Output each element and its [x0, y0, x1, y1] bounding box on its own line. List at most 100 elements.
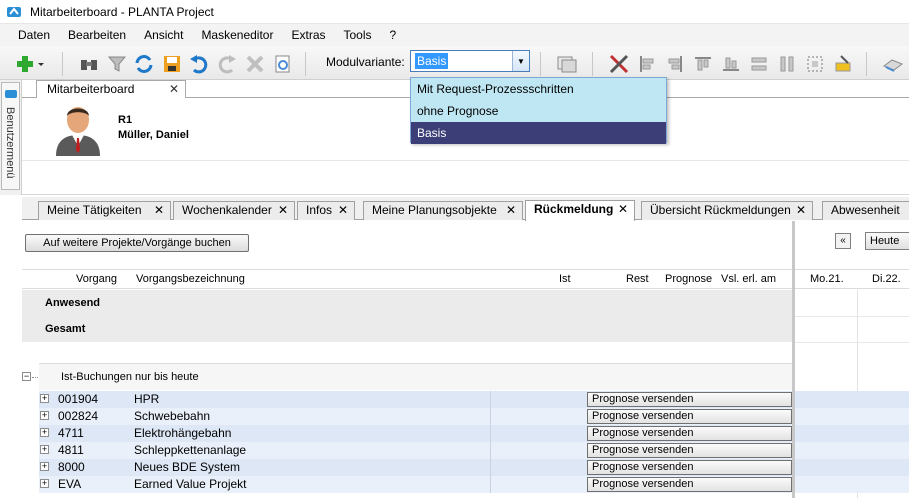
tab-wochenkalender[interactable]: Wochenkalender ✕ [173, 201, 295, 220]
align-top-icon [695, 57, 711, 71]
menu-bearbeiten[interactable]: Bearbeiten [59, 28, 135, 42]
align-right-button[interactable] [664, 53, 686, 75]
select-area-button[interactable] [804, 53, 826, 75]
modulvariante-value: Basis [415, 53, 449, 69]
tab-label: Abwesenheit [831, 203, 900, 217]
tab-meine-planungsobjekte[interactable]: Meine Planungsobjekte ✕ [363, 201, 523, 220]
cell-separator [490, 442, 491, 459]
table-row[interactable]: + 002824 Schwebebahn Prognose versenden [39, 408, 792, 425]
filter-button[interactable] [106, 53, 128, 75]
expand-toggle[interactable]: + [40, 445, 49, 454]
align-right-icon [668, 56, 682, 72]
edit-field-button[interactable] [832, 53, 854, 75]
benutzermenu-tab[interactable]: Benutzermenü [1, 82, 20, 190]
close-icon[interactable]: ✕ [506, 202, 516, 219]
cal-day-di22: Di.22. [872, 273, 901, 285]
menu-tools[interactable]: Tools [335, 28, 381, 42]
expand-toggle[interactable]: + [40, 411, 49, 420]
project-name: Elektrohängebahn [134, 426, 232, 440]
redo-icon [218, 55, 236, 74]
benutzermenu-sidebar: Benutzermenü [0, 80, 22, 195]
tab-abwesenheit[interactable]: Abwesenheit [822, 201, 909, 220]
close-icon[interactable]: ✕ [338, 202, 348, 219]
delete-button[interactable] [244, 53, 266, 75]
close-icon[interactable]: ✕ [169, 81, 179, 98]
same-height-button[interactable] [776, 53, 798, 75]
toolbar-separator [62, 52, 63, 76]
chevron-down-icon[interactable]: ▼ [512, 51, 529, 71]
cell-separator [490, 391, 491, 408]
menu-extras[interactable]: Extras [282, 28, 334, 42]
send-forecast-button[interactable]: Prognose versenden [587, 392, 792, 407]
close-icon[interactable]: ✕ [618, 201, 628, 218]
expand-toggle[interactable]: + [40, 479, 49, 488]
avatar [56, 107, 100, 156]
tab-meine-taetigkeiten[interactable]: Meine Tätigkeiten ✕ [38, 201, 171, 220]
undo-button[interactable] [188, 53, 210, 75]
add-button[interactable] [12, 53, 48, 75]
close-icon[interactable]: ✕ [278, 202, 288, 219]
refresh-button[interactable] [133, 53, 155, 75]
modulvariante-select[interactable]: Basis ▼ [410, 50, 530, 72]
module-window-icon [557, 56, 577, 73]
book-button[interactable] [882, 53, 904, 75]
tab-infos[interactable]: Infos ✕ [297, 201, 355, 220]
tab-mitarbeiterboard[interactable]: Mitarbeiterboard ✕ [36, 80, 186, 99]
expand-toggle[interactable]: + [40, 462, 49, 471]
col-vsl-erl-am: Vsl. erl. am [721, 273, 777, 285]
book-icon [882, 59, 904, 72]
tab-uebersicht-rueckmeldungen[interactable]: Übersicht Rückmeldungen ✕ [641, 201, 813, 220]
expand-toggle[interactable]: + [40, 428, 49, 437]
calendar-row-bg [795, 442, 909, 459]
planta-app-icon [7, 6, 21, 17]
same-width-button[interactable] [748, 53, 770, 75]
binoculars-button[interactable] [78, 53, 100, 75]
send-forecast-button[interactable]: Prognose versenden [587, 443, 792, 458]
book-more-projects-button[interactable]: Auf weitere Projekte/Vorgänge buchen [25, 234, 249, 252]
window-title: Mitarbeiterboard - PLANTA Project [30, 4, 214, 19]
toolbar: Modulvariante: Basis ▼ [0, 46, 909, 80]
save-button[interactable] [161, 53, 183, 75]
tools-button[interactable] [608, 53, 630, 75]
table-row[interactable]: + 4811 Schleppkettenanlage Prognose vers… [39, 442, 792, 459]
collapse-toggle[interactable]: − [22, 372, 31, 381]
project-number: 4711 [58, 426, 84, 440]
align-bottom-button[interactable] [720, 53, 742, 75]
align-top-button[interactable] [692, 53, 714, 75]
menu-daten[interactable]: Daten [0, 28, 59, 42]
group-ist-buchungen: Ist-Buchungen nur bis heute [39, 363, 792, 390]
print-preview-button[interactable] [272, 53, 294, 75]
col-rest: Rest [626, 273, 649, 285]
send-forecast-button[interactable]: Prognose versenden [587, 409, 792, 424]
filter-icon [107, 56, 127, 72]
module-button[interactable] [556, 53, 578, 75]
table-row[interactable]: + EVA Earned Value Projekt Prognose vers… [39, 476, 792, 493]
calendar-prev-button[interactable]: « [835, 233, 851, 249]
table-row[interactable]: + 4711 Elektrohängebahn Prognose versend… [39, 425, 792, 442]
tab-label: Infos [306, 203, 333, 217]
planta-menu-icon [5, 90, 17, 98]
calendar-today-button[interactable]: Heute [865, 232, 909, 250]
dropdown-option-ohne-prognose[interactable]: ohne Prognose [411, 100, 666, 122]
align-left-button[interactable] [636, 53, 658, 75]
same-width-icon [751, 57, 767, 71]
user-id: R1 [118, 114, 133, 126]
menu-maskeneditor[interactable]: Maskeneditor [192, 28, 282, 42]
table-row[interactable]: + 8000 Neues BDE System Prognose versend… [39, 459, 792, 476]
menu-help[interactable]: ? [381, 28, 406, 42]
close-icon[interactable]: ✕ [796, 202, 806, 219]
send-forecast-button[interactable]: Prognose versenden [587, 426, 792, 441]
send-forecast-button[interactable]: Prognose versenden [587, 460, 792, 475]
cell-separator [490, 476, 491, 493]
expand-toggle[interactable]: + [40, 394, 49, 403]
dropdown-option-basis[interactable]: Basis [411, 122, 666, 144]
close-icon[interactable]: ✕ [154, 202, 164, 219]
redo-button[interactable] [216, 53, 238, 75]
table-row[interactable]: + 001904 HPR Prognose versenden [39, 391, 792, 408]
benutzermenu-label: Benutzermenü [4, 107, 16, 179]
tab-rueckmeldung[interactable]: Rückmeldung ✕ [525, 200, 635, 221]
menu-ansicht[interactable]: Ansicht [135, 28, 192, 42]
edit-field-icon [835, 55, 851, 72]
dropdown-option-mit-request[interactable]: Mit Request-Prozessschritten [411, 78, 666, 100]
send-forecast-button[interactable]: Prognose versenden [587, 477, 792, 492]
